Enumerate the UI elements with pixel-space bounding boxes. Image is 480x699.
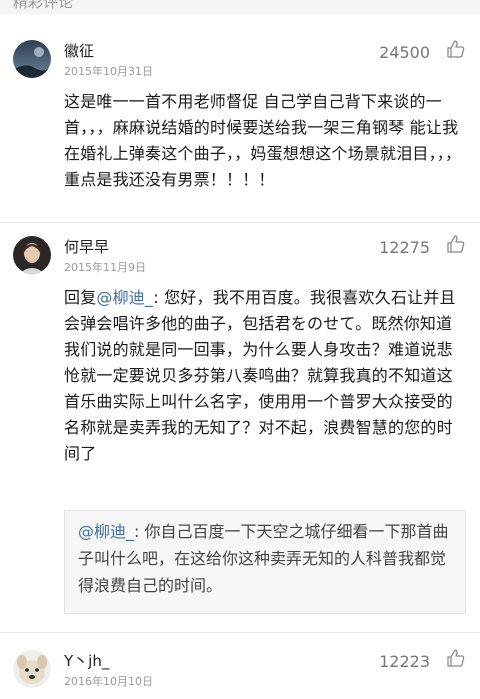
thumbs-up-icon[interactable] <box>446 234 466 254</box>
avatar[interactable] <box>13 40 51 78</box>
quoted-comment: @柳迪_: 你自己百度一下天空之城仔细看一下那首曲子叫什么吧，在这给你这种卖弄无… <box>64 510 466 614</box>
quote-text: : 你自己百度一下天空之城仔细看一下那首曲子叫什么吧，在这给你这种卖弄无知的人科… <box>78 522 449 595</box>
divider <box>0 222 480 223</box>
like-count: 12223 <box>379 652 430 671</box>
comment-date: 2016年10月10日 <box>64 675 153 688</box>
like-count: 12275 <box>379 238 430 257</box>
avatar[interactable] <box>13 236 51 274</box>
thumbs-up-icon[interactable] <box>446 39 466 59</box>
username[interactable]: 徽征 <box>64 40 94 61</box>
section-title: 精彩评论 <box>13 0 74 11</box>
username[interactable]: 何早早 <box>64 236 109 257</box>
comment-text: 这是唯一一首不用老师督促 自己学自己背下来谈的一首，，，麻麻说结婚的时候要送给我… <box>64 92 462 189</box>
username[interactable]: Y丶jh_ <box>64 650 109 671</box>
avatar[interactable] <box>13 650 51 688</box>
quote-mention-link[interactable]: @柳迪_ <box>78 522 134 541</box>
section-header: 精彩评论 <box>0 0 480 14</box>
comment-date: 2015年11月9日 <box>64 261 146 274</box>
comment-text: 回复@柳迪_: 您好，我不用百度。我很喜欢久石让并且会弹会唱许多他的曲子，包括君… <box>64 285 466 497</box>
reply-mention-link[interactable]: @柳迪_ <box>96 288 153 307</box>
reply-text: : 您好，我不用百度。我很喜欢久石让并且会弹会唱许多他的曲子，包括君をのせて。既… <box>64 288 456 463</box>
divider <box>0 632 480 633</box>
comment-date: 2015年10月31日 <box>64 65 153 78</box>
reply-prefix: 回复 <box>64 288 97 307</box>
like-count: 24500 <box>379 43 430 62</box>
thumbs-up-icon[interactable] <box>446 648 466 668</box>
